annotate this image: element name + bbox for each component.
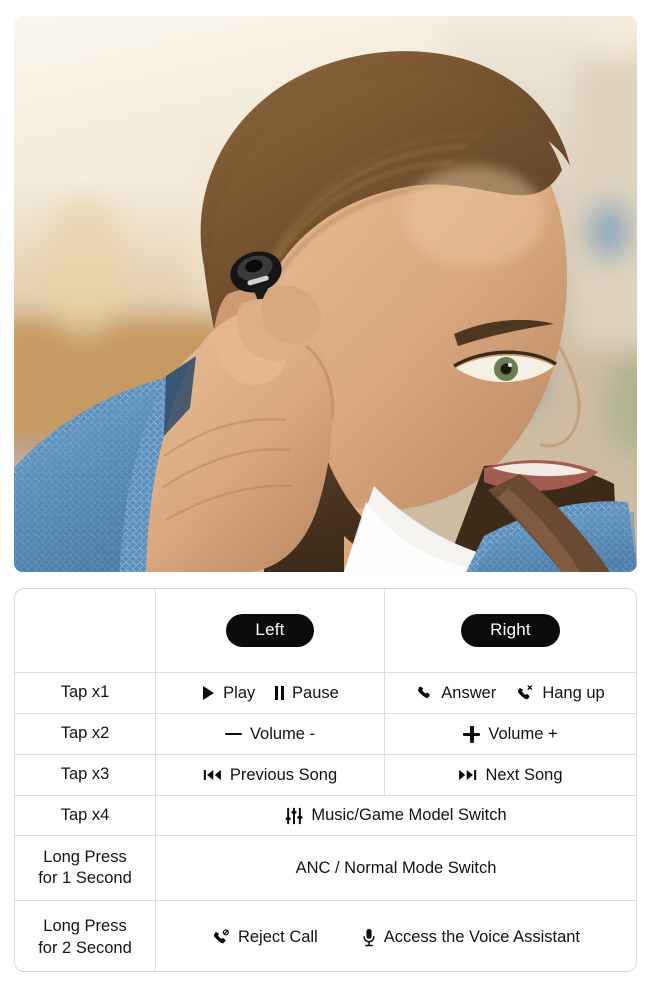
action-answer: Answer [416,685,496,702]
action-voice-assistant-label: Access the Voice Assistant [383,928,581,947]
row-label-long-press-2s-line2: for 2 Second [38,938,132,957]
right-earbud-badge: Right [461,614,560,647]
row-label-tap-x3: Tap x3 [15,755,156,795]
row-label-long-press-1s: Long Press for 1 Second [15,836,156,900]
table-row: Tap x3 Previous Song Next Song [15,755,636,796]
header-left-cell: Left [156,589,385,672]
action-reject-call-label: Reject Call [237,928,318,947]
touch-control-table: Left Right Tap x1 Play Pause Answer Hang… [14,588,637,972]
action-music-game-switch: Music/Game Model Switch [285,806,507,825]
header-label-cell [15,589,156,672]
action-hangup: Hang up [516,683,605,702]
action-voice-assistant: Access the Voice Assistant [362,928,580,947]
table-row: Tap x2 Volume - Volume + [15,714,636,755]
row-left-actions: Volume - [156,714,385,754]
action-anc-normal-switch-label: ANC / Normal Mode Switch [295,858,497,877]
action-next-song: Next Song [458,765,563,784]
action-previous-song: Previous Song [203,767,337,784]
action-volume-up: Volume + [463,724,558,743]
hero-illustration [14,16,637,572]
table-row: Tap x4 Music/Game Model Switch [15,796,636,836]
previous-track-icon [203,768,222,782]
row-label-tap-x2: Tap x2 [15,714,156,754]
row-label-long-press-1s-line1: Long Press [43,847,127,866]
table-header-row: Left Right [15,589,636,673]
action-previous-song-label: Previous Song [229,765,338,784]
action-hangup-label: Hang up [542,683,605,702]
table-row: Long Press for 1 Second ANC / Normal Mod… [15,836,636,901]
product-lifestyle-photo [14,16,637,572]
row-right-actions: Answer Hang up [385,673,636,713]
table-row: Long Press for 2 Second Reject Call Acce… [15,901,636,971]
action-pause: Pause [275,685,339,702]
action-anc-normal-switch: ANC / Normal Mode Switch [296,860,497,877]
left-earbud-badge: Left [226,614,314,647]
table-row: Tap x1 Play Pause Answer Hang up [15,673,636,714]
action-next-song-label: Next Song [485,765,563,784]
row-right-actions: Volume + [385,714,636,754]
minus-icon [224,732,242,736]
phone-hangup-icon [516,684,534,702]
row-label-long-press-2s-line1: Long Press [43,917,127,936]
plus-icon [463,725,481,743]
equalizer-icon [285,807,303,825]
row-label-long-press-2s: Long Press for 2 Second [15,901,156,971]
row-span-actions: ANC / Normal Mode Switch [156,836,636,900]
microphone-icon [362,928,376,947]
action-volume-up-label: Volume + [488,724,558,743]
row-label-long-press-1s-line2: for 1 Second [38,869,132,887]
row-span-actions: Reject Call Access the Voice Assistant [156,901,636,971]
phone-reject-icon [212,929,230,946]
row-left-actions: Play Pause [156,673,385,713]
action-play-label: Play [223,683,256,702]
action-volume-down-label: Volume - [249,724,316,743]
play-icon [201,685,215,701]
action-volume-down: Volume - [224,724,316,743]
action-music-game-switch-label: Music/Game Model Switch [311,806,507,825]
row-left-actions: Previous Song [156,755,385,795]
row-span-actions: Music/Game Model Switch [156,796,636,835]
phone-answer-icon [416,685,433,702]
action-answer-label: Answer [441,683,497,702]
header-right-cell: Right [385,589,636,672]
action-pause-label: Pause [292,683,339,702]
row-label-tap-x1: Tap x1 [15,673,156,713]
action-play: Play [201,685,255,702]
row-label-tap-x4: Tap x4 [15,796,156,835]
next-track-icon [458,768,477,782]
pause-icon [275,686,285,700]
action-reject-call: Reject Call [212,929,318,946]
row-right-actions: Next Song [385,755,636,795]
